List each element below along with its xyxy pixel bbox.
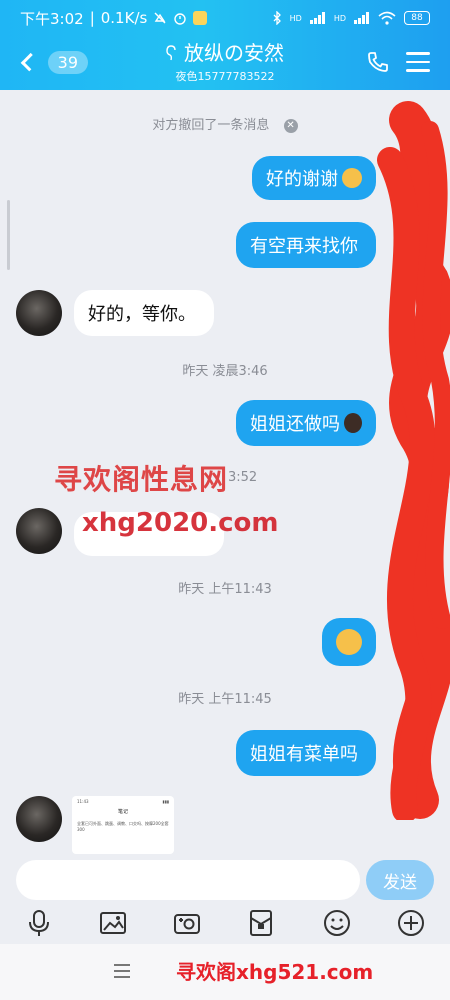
wifi-icon xyxy=(378,11,396,25)
laughing-emoji-icon xyxy=(342,168,362,188)
note-title: 笔记 xyxy=(117,809,128,815)
red-packet-icon[interactable] xyxy=(246,908,276,938)
image-icon[interactable] xyxy=(98,908,128,938)
message-text: 姐姐有菜单吗 xyxy=(250,744,358,765)
back-button[interactable]: 39 xyxy=(18,48,88,76)
contact-avatar[interactable] xyxy=(16,796,62,842)
menu-line xyxy=(406,52,430,55)
menu-line xyxy=(406,69,430,72)
send-button[interactable]: 发送 xyxy=(366,860,434,900)
chat-header: 39 放纵の安然 夜色15777783522 xyxy=(0,36,450,90)
unread-count-badge: 39 xyxy=(47,50,88,74)
system-nav-bar: 寻欢阁xhg521.com xyxy=(0,944,450,1000)
close-icon[interactable]: ✕ xyxy=(283,118,298,133)
nav-menu-line xyxy=(114,964,130,966)
contact-avatar[interactable] xyxy=(16,508,62,554)
status-time: 下午3:02 xyxy=(20,9,84,28)
recall-notice-text: 对方撤回了一条消息 xyxy=(152,118,270,133)
nav-menu-icon[interactable] xyxy=(114,964,130,982)
nav-menu-line xyxy=(114,976,130,978)
camera-icon[interactable] xyxy=(172,908,202,938)
message-bubble-sent[interactable]: 好的谢谢 xyxy=(252,156,376,200)
battery-level: 88 xyxy=(411,13,423,23)
contact-title-area[interactable]: 放纵の安然 夜色15777783522 xyxy=(120,40,330,84)
cell-signal-icon xyxy=(309,12,325,24)
nav-menu-line xyxy=(114,970,130,972)
plus-icon[interactable] xyxy=(396,908,426,938)
app-notification-icon xyxy=(193,11,208,25)
cell-signal-icon-2 xyxy=(354,12,369,24)
note-status-icons: ▮▮▮ xyxy=(162,799,169,804)
status-separator: | xyxy=(89,9,95,27)
input-bar: 发送 xyxy=(0,852,450,912)
image-message-note[interactable]: 11:43 ▮▮▮ 笔记 全套已可外面、跳蛋、调教、口交吗、按摩200全套300 xyxy=(72,796,174,854)
message-bubble-sent[interactable]: 姐姐有菜单吗 xyxy=(236,730,376,776)
red-redaction-scribble xyxy=(377,101,450,820)
contact-name: 放纵の安然 xyxy=(184,41,284,65)
signal-label-2: HD xyxy=(333,13,346,23)
note-time: 11:43 xyxy=(77,799,89,804)
chevron-left-icon xyxy=(20,52,39,72)
battery-icon: 88 xyxy=(404,11,430,25)
top-bar: 下午3:02 | 0.1K/s HD HD 88 39 放纵の安然 夜色1577… xyxy=(0,0,450,90)
phone-call-button[interactable] xyxy=(366,50,394,78)
bluetooth-icon xyxy=(273,11,281,25)
watermark-overlay-url: xhg2020.com xyxy=(82,508,279,538)
timestamp-partial-text: 3:52 xyxy=(228,470,258,485)
message-text: 好的谢谢 xyxy=(266,169,338,190)
message-bubble-received[interactable]: 好的，等你。 xyxy=(74,290,214,336)
signal-label-1: HD xyxy=(289,13,302,23)
message-bubble-sent[interactable]: 有空再来找你 xyxy=(236,222,376,268)
status-speed: 0.1K/s xyxy=(100,9,148,27)
note-body: 全套已可外面、跳蛋、调教、口交吗、按摩200全套300 xyxy=(77,821,169,832)
earpiece-mode-icon xyxy=(166,45,176,61)
contact-subtitle: 夜色15777783522 xyxy=(175,70,275,83)
mic-icon[interactable] xyxy=(24,908,54,938)
chat-toolbar xyxy=(0,904,450,944)
emoji-icon[interactable] xyxy=(322,908,352,938)
more-menu-button[interactable] xyxy=(406,52,430,74)
menu-line xyxy=(406,60,430,63)
watermark-overlay-text: 寻欢阁性息网 xyxy=(54,463,229,496)
message-text: 有空再来找你 xyxy=(250,236,358,257)
contact-avatar[interactable] xyxy=(16,290,62,336)
mute-icon xyxy=(154,12,166,24)
message-text: 好的，等你。 xyxy=(88,304,196,325)
scroll-indicator[interactable] xyxy=(7,200,10,270)
message-text: 姐姐还做吗 xyxy=(250,414,340,435)
status-bar: 下午3:02 | 0.1K/s HD HD 88 xyxy=(0,0,450,36)
crying-laughing-emoji-icon xyxy=(336,629,362,655)
alarm-icon xyxy=(174,13,187,25)
message-bubble-sent[interactable]: 姐姐还做吗 xyxy=(236,400,376,446)
message-input[interactable] xyxy=(16,860,360,900)
phone-icon xyxy=(368,52,388,72)
footer-watermark: 寻欢阁xhg521.com xyxy=(176,960,374,984)
